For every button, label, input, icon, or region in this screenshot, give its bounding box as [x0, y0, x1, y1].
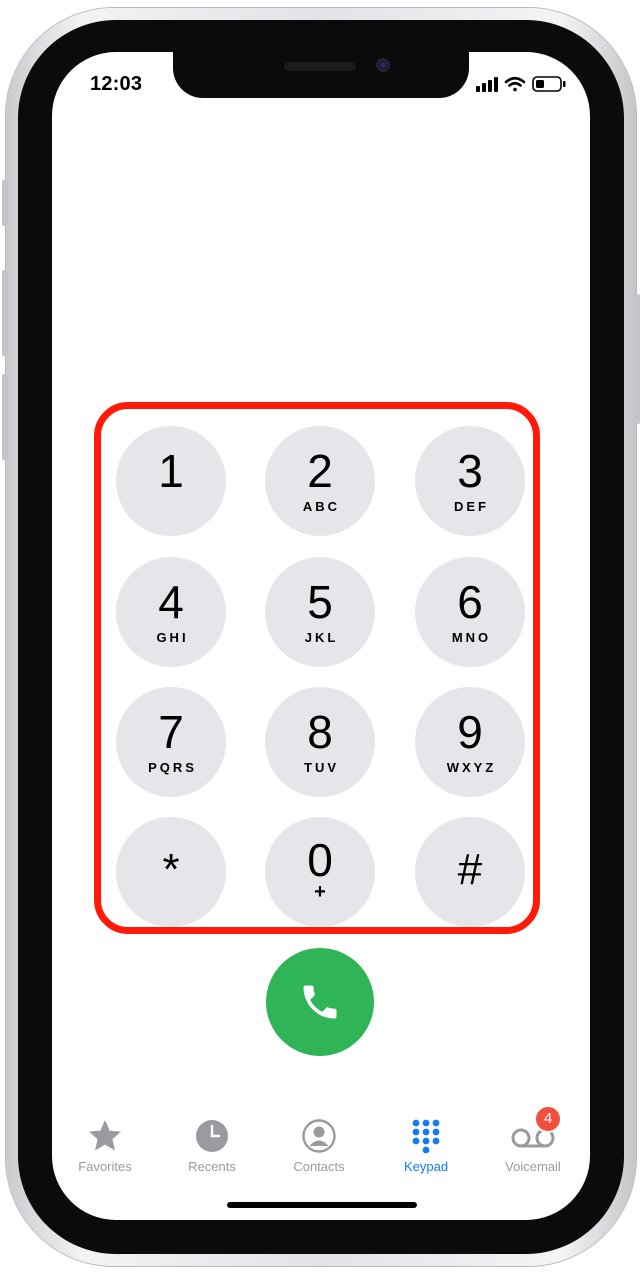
- tab-keypad[interactable]: Keypad: [373, 1112, 479, 1178]
- voicemail-badge: 4: [536, 1107, 560, 1131]
- tab-label: Favorites: [78, 1159, 132, 1174]
- call-button[interactable]: [266, 948, 374, 1056]
- status-time: 12:03: [90, 73, 143, 95]
- cellular-signal-icon: [476, 77, 498, 92]
- front-camera: [376, 58, 390, 72]
- key-9[interactable]: 9 WXYZ: [415, 687, 525, 797]
- key-5[interactable]: 5 JKL: [265, 557, 375, 667]
- key-4[interactable]: 4 GHI: [116, 557, 226, 667]
- key-letters: TUV: [304, 760, 339, 775]
- contact-icon: [302, 1119, 336, 1153]
- key-digit: 6: [457, 576, 483, 628]
- key-letters: ABC: [302, 499, 341, 514]
- star-icon: [89, 1120, 121, 1151]
- key-3[interactable]: 3 DEF: [415, 426, 525, 536]
- key-letters: WXYZ: [446, 760, 497, 775]
- key-digit: #: [457, 845, 483, 894]
- key-letters: JKL: [304, 630, 339, 645]
- clock-icon: [196, 1120, 228, 1152]
- key-0[interactable]: 0 +: [265, 817, 375, 927]
- key-letters: MNO: [451, 630, 492, 645]
- key-digit: 3: [457, 445, 483, 497]
- key-digit: *: [162, 845, 180, 894]
- tab-voicemail[interactable]: 4 Voicemail: [480, 1107, 586, 1178]
- key-digit: 1: [158, 445, 184, 497]
- key-digit: 4: [158, 576, 184, 628]
- key-letters: DEF: [454, 499, 489, 514]
- key-1[interactable]: 1: [116, 426, 226, 536]
- tab-label: Voicemail: [505, 1159, 561, 1174]
- key-6[interactable]: 6 MNO: [415, 557, 525, 667]
- key-digit: 2: [307, 445, 333, 497]
- wifi-icon: [504, 76, 526, 92]
- tab-recents[interactable]: Recents: [159, 1112, 265, 1178]
- dial-keypad: 1 2 ABC 3 DEF 4 GHI 5 JKL 6 MNO 7 PQRS 8: [52, 426, 590, 946]
- key-digit: 7: [158, 706, 184, 758]
- tab-label: Keypad: [403, 1159, 449, 1174]
- tab-favorites[interactable]: Favorites: [52, 1112, 158, 1178]
- power-button: [634, 294, 640, 424]
- key-letters: GHI: [156, 630, 189, 645]
- tab-label: Recents: [188, 1159, 236, 1174]
- status-icons: [476, 76, 566, 92]
- key-8[interactable]: 8 TUV: [265, 687, 375, 797]
- phone-screen: 12:03 1 2 ABC 3 DEF 4 GHI 5 JKL 6 MNO 7 …: [52, 52, 590, 1220]
- earpiece-speaker: [284, 62, 356, 71]
- key-digit: 8: [307, 706, 333, 758]
- volume-up-button: [2, 270, 8, 356]
- tab-bar: Favorites Recents Contacts Keypad 4 Voic…: [52, 1107, 590, 1182]
- key-hash[interactable]: #: [415, 817, 525, 927]
- key-star[interactable]: *: [116, 817, 226, 927]
- key-digit: 0: [307, 834, 333, 886]
- tab-contacts[interactable]: Contacts: [266, 1112, 372, 1178]
- home-indicator[interactable]: [227, 1202, 417, 1208]
- key-letters: +: [314, 881, 326, 903]
- key-digit: 9: [457, 706, 483, 758]
- key-2[interactable]: 2 ABC: [265, 426, 375, 536]
- key-7[interactable]: 7 PQRS: [116, 687, 226, 797]
- phone-handset-icon: [303, 985, 337, 1019]
- tab-label: Contacts: [293, 1159, 345, 1174]
- battery-icon: [532, 76, 566, 92]
- keypad-icon: [412, 1119, 440, 1154]
- key-digit: 5: [307, 576, 333, 628]
- volume-down-button: [2, 374, 8, 460]
- notch: [173, 52, 469, 98]
- key-letters: PQRS: [148, 760, 197, 775]
- silent-switch: [2, 180, 8, 226]
